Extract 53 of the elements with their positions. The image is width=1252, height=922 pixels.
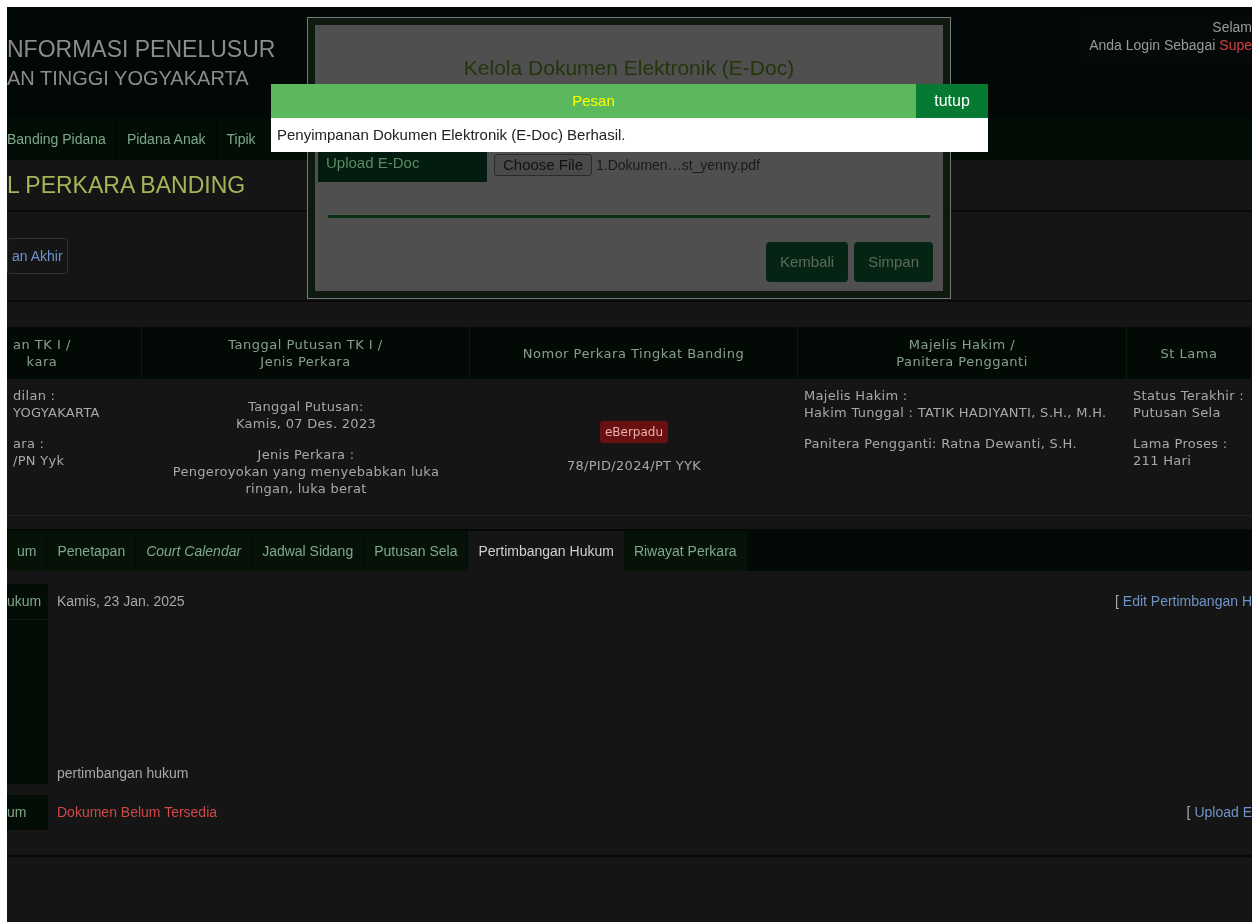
cell-label: dilan : xyxy=(13,387,56,404)
action-button[interactable]: an Akhir xyxy=(7,238,68,274)
tab[interactable]: Pertimbangan Hukum xyxy=(468,531,624,571)
status-badge: eBerpadu xyxy=(599,420,669,443)
tab[interactable]: Penetapan xyxy=(47,531,137,571)
cell-label: Tanggal Putusan: xyxy=(248,397,364,415)
close-button[interactable]: tutup xyxy=(916,84,988,118)
detail-link[interactable]: Upload E xyxy=(1194,802,1252,823)
detail-link[interactable]: Edit Pertimbangan H xyxy=(1122,591,1252,612)
table-cell: /PN Yyk xyxy=(13,452,65,469)
table-cell: YOGYAKARTA xyxy=(13,404,100,421)
table-cell: 78/PID/2024/PT YYK xyxy=(566,456,702,474)
alert-title: Pesan xyxy=(572,90,615,111)
bracket-text: [ xyxy=(1186,803,1191,822)
column-header: St Lama xyxy=(1127,327,1252,379)
column-header: Majelis Hakim / Panitera Pengganti xyxy=(798,327,1127,379)
bracket-text: [ xyxy=(1114,592,1119,611)
table-cell: Panitera Pengganti: Ratna Dewanti, S.H. xyxy=(804,435,1077,452)
detail-value: pertimbangan hukum xyxy=(57,764,190,783)
column-header: an TK I / kara xyxy=(7,327,142,379)
nav-link[interactable]: Banding Pidana xyxy=(7,118,117,160)
table-cell: Putusan Sela xyxy=(1133,404,1221,421)
site-subtitle: AN TINGGI YOGYAKARTA xyxy=(7,66,249,91)
alert-message: Penyimpanan Dokumen Elektronik (E-Doc) Berhasil. xyxy=(277,124,626,145)
site-title: NFORMASI PENELUSUR xyxy=(7,35,276,64)
column-header: Nomor Perkara Tingkat Banding xyxy=(470,327,798,379)
cell-label: ara : xyxy=(13,435,45,452)
cell-label: Lama Proses : xyxy=(1133,435,1228,452)
detail-value: Dokumen Belum Tersedia xyxy=(57,803,219,822)
table-cell: 211 Hari xyxy=(1133,452,1192,469)
cell-label: Majelis Hakim : xyxy=(804,387,908,404)
cell-label: Status Terakhir : xyxy=(1133,387,1244,404)
cell-label: Jenis Perkara : xyxy=(257,445,355,463)
table-cell-text: Pengeroyokan yang menyebabkan luka ringan, luka berat xyxy=(171,462,441,497)
detail-label: um xyxy=(7,795,48,830)
greeting-text: Selam xyxy=(1212,18,1252,36)
column-header: Tanggal Putusan TK I / Jenis Perkara xyxy=(142,327,470,379)
tab[interactable]: Court Calendar xyxy=(136,531,253,571)
nav-link[interactable]: Pidana Anak xyxy=(116,118,217,160)
detail-value: Kamis, 23 Jan. 2025 xyxy=(57,592,186,611)
nav-link[interactable]: Tipik xyxy=(216,118,267,160)
table-cell: Hakim Tunggal : TATIK HADIYANTI, S.H., M.H. xyxy=(804,404,1107,421)
login-role: Supe xyxy=(1219,36,1252,54)
modal-title: Kelola Dokumen Elektronik (E-Doc) xyxy=(463,54,795,81)
tab[interactable]: Riwayat Perkara xyxy=(623,531,748,571)
tab[interactable]: um xyxy=(7,531,48,571)
table-cell: Kamis, 07 Des. 2023 xyxy=(235,414,377,432)
detail-label: ukum xyxy=(7,584,48,619)
page-title: L PERKARA BANDING xyxy=(7,170,246,200)
tab[interactable]: Putusan Sela xyxy=(364,531,469,571)
login-label: Anda Login Sebagai xyxy=(1089,36,1216,54)
tab[interactable]: Jadwal Sidang xyxy=(252,531,365,571)
field-label: Upload E-Doc xyxy=(318,152,487,182)
